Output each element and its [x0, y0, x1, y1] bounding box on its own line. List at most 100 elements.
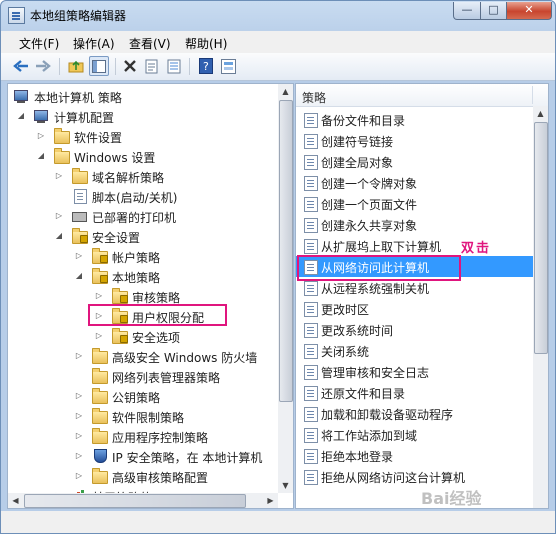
policy-row[interactable]: 加载和卸载设备驱动程序 — [296, 403, 548, 424]
folder-icon — [54, 128, 70, 144]
policy-row[interactable]: 拒绝从网络访问这台计算机 — [296, 466, 548, 487]
policy-row[interactable]: 备份文件和目录 — [296, 109, 548, 130]
policy-row[interactable]: 从扩展坞上取下计算机 — [296, 235, 548, 256]
expanded-triangle-icon[interactable]: ◢ — [54, 231, 64, 241]
scroll-thumb[interactable] — [24, 494, 246, 508]
tree-horizontal-scrollbar[interactable]: ◀ ▶ — [8, 493, 278, 508]
up-folder-icon[interactable] — [67, 57, 85, 75]
ip-security-shield-icon — [94, 449, 107, 463]
security-folder-icon — [92, 248, 108, 264]
menu-file[interactable]: 文件(F) — [19, 35, 59, 52]
scroll-thumb[interactable] — [279, 100, 293, 402]
policy-row[interactable]: 更改系统时间 — [296, 319, 548, 340]
collapsed-triangle-icon[interactable]: ▷ — [36, 131, 46, 141]
policy-setting-icon — [304, 323, 318, 338]
folder-icon — [92, 368, 108, 384]
policy-row[interactable]: 更改时区 — [296, 298, 548, 319]
filter-view-icon[interactable] — [219, 57, 237, 75]
show-hide-tree-icon[interactable] — [89, 56, 109, 76]
policy-label: 创建一个令牌对象 — [321, 177, 418, 191]
scroll-thumb[interactable] — [534, 122, 548, 354]
scroll-up-arrow-icon[interactable]: ▲ — [533, 106, 548, 121]
policy-row[interactable]: 将工作站添加到域 — [296, 424, 548, 445]
scroll-up-arrow-icon[interactable]: ▲ — [278, 84, 293, 99]
collapsed-triangle-icon[interactable]: ▷ — [54, 171, 64, 181]
collapsed-triangle-icon[interactable]: ▷ — [74, 431, 84, 441]
expanded-triangle-icon[interactable]: ◢ — [36, 151, 46, 161]
close-button[interactable]: ✕ — [506, 2, 552, 20]
menu-bar: 文件(F) 操作(A) 查看(V) 帮助(H) — [1, 31, 555, 53]
toolbar: ? — [1, 53, 555, 81]
printer-icon — [72, 212, 87, 222]
toolbar-separator — [59, 58, 60, 75]
export-list-icon[interactable] — [165, 57, 183, 75]
policy-setting-icon — [304, 218, 318, 233]
expanded-triangle-icon[interactable]: ◢ — [74, 271, 84, 281]
policy-row[interactable]: 创建一个令牌对象 — [296, 172, 548, 193]
policy-row[interactable]: 创建全局对象 — [296, 151, 548, 172]
help-icon[interactable]: ? — [197, 57, 215, 75]
tree-pane: 本地计算机 策略 ◢ 计算机配置 ▷ 软件设置 ◢ Windows 设置 ▷ 域… — [7, 83, 294, 509]
collapsed-triangle-icon[interactable]: ▷ — [74, 471, 84, 481]
svg-text:?: ? — [203, 60, 209, 73]
folder-icon — [92, 348, 108, 364]
menu-action[interactable]: 操作(A) — [73, 35, 115, 52]
collapsed-triangle-icon[interactable]: ▷ — [74, 251, 84, 261]
list-vertical-scrollbar[interactable]: ▲ — [533, 106, 548, 508]
editor-window: 本地组策略编辑器 — □ ✕ 文件(F) 操作(A) 查看(V) 帮助(H) ?… — [0, 0, 556, 534]
policy-label: 创建符号链接 — [321, 135, 394, 149]
collapsed-triangle-icon[interactable]: ▷ — [74, 451, 84, 461]
collapsed-triangle-icon[interactable]: ▷ — [74, 351, 84, 361]
policy-row[interactable]: 创建一个页面文件 — [296, 193, 548, 214]
menu-view[interactable]: 查看(V) — [129, 35, 171, 52]
policy-label: 加载和卸载设备驱动程序 — [321, 408, 454, 422]
forward-arrow-icon[interactable] — [34, 57, 52, 75]
script-icon — [74, 189, 87, 204]
collapsed-triangle-icon[interactable]: ▷ — [74, 411, 84, 421]
policy-row[interactable]: 创建永久共享对象 — [296, 214, 548, 235]
scroll-down-arrow-icon[interactable]: ▼ — [278, 478, 293, 493]
policy-label: 还原文件和目录 — [321, 387, 406, 401]
policy-setting-icon — [304, 470, 318, 485]
collapsed-triangle-icon[interactable]: ▷ — [54, 211, 64, 221]
delete-icon[interactable] — [121, 57, 139, 75]
folder-icon — [92, 408, 108, 424]
minimize-button[interactable]: — — [453, 2, 481, 20]
policy-label: 备份文件和目录 — [321, 114, 406, 128]
policy-setting-icon — [304, 155, 318, 170]
policy-row[interactable]: 还原文件和目录 — [296, 382, 548, 403]
policy-label: 关闭系统 — [321, 345, 370, 359]
menu-help[interactable]: 帮助(H) — [185, 35, 227, 52]
back-arrow-icon[interactable] — [12, 57, 30, 75]
policy-row[interactable]: 创建符号链接 — [296, 130, 548, 151]
folder-icon — [92, 388, 108, 404]
policy-label: 创建永久共享对象 — [321, 219, 418, 233]
tree-vertical-scrollbar[interactable]: ▲ ▼ — [278, 84, 293, 493]
collapsed-triangle-icon[interactable]: ▷ — [94, 331, 104, 341]
scroll-left-arrow-icon[interactable]: ◀ — [8, 493, 23, 508]
scroll-right-arrow-icon[interactable]: ▶ — [263, 493, 278, 508]
policy-setting-icon — [304, 407, 318, 422]
folder-icon — [54, 148, 70, 164]
expanded-triangle-icon[interactable]: ◢ — [16, 111, 26, 121]
column-header-policy[interactable]: 策略 — [296, 84, 548, 107]
title-bar[interactable]: 本地组策略编辑器 — □ ✕ — [1, 1, 555, 29]
folder-icon — [92, 428, 108, 444]
status-bar — [1, 511, 555, 533]
collapsed-triangle-icon[interactable]: ▷ — [74, 391, 84, 401]
policy-label: 创建全局对象 — [321, 156, 394, 170]
properties-icon[interactable] — [143, 57, 161, 75]
policy-setting-icon — [304, 428, 318, 443]
policy-setting-icon — [304, 197, 318, 212]
policy-row[interactable]: 拒绝本地登录 — [296, 445, 548, 466]
policy-label: 从扩展坞上取下计算机 — [321, 240, 442, 254]
policy-row[interactable]: 关闭系统 — [296, 340, 548, 361]
policy-setting-icon — [304, 365, 318, 380]
policy-row[interactable]: 管理审核和安全日志 — [296, 361, 548, 382]
maximize-button[interactable]: □ — [480, 2, 507, 20]
folder-icon — [92, 468, 108, 484]
policy-label: 拒绝从网络访问这台计算机 — [321, 471, 466, 485]
security-folder-icon — [92, 268, 108, 284]
collapsed-triangle-icon[interactable]: ▷ — [94, 291, 104, 301]
gpedit-app-icon — [8, 7, 25, 24]
